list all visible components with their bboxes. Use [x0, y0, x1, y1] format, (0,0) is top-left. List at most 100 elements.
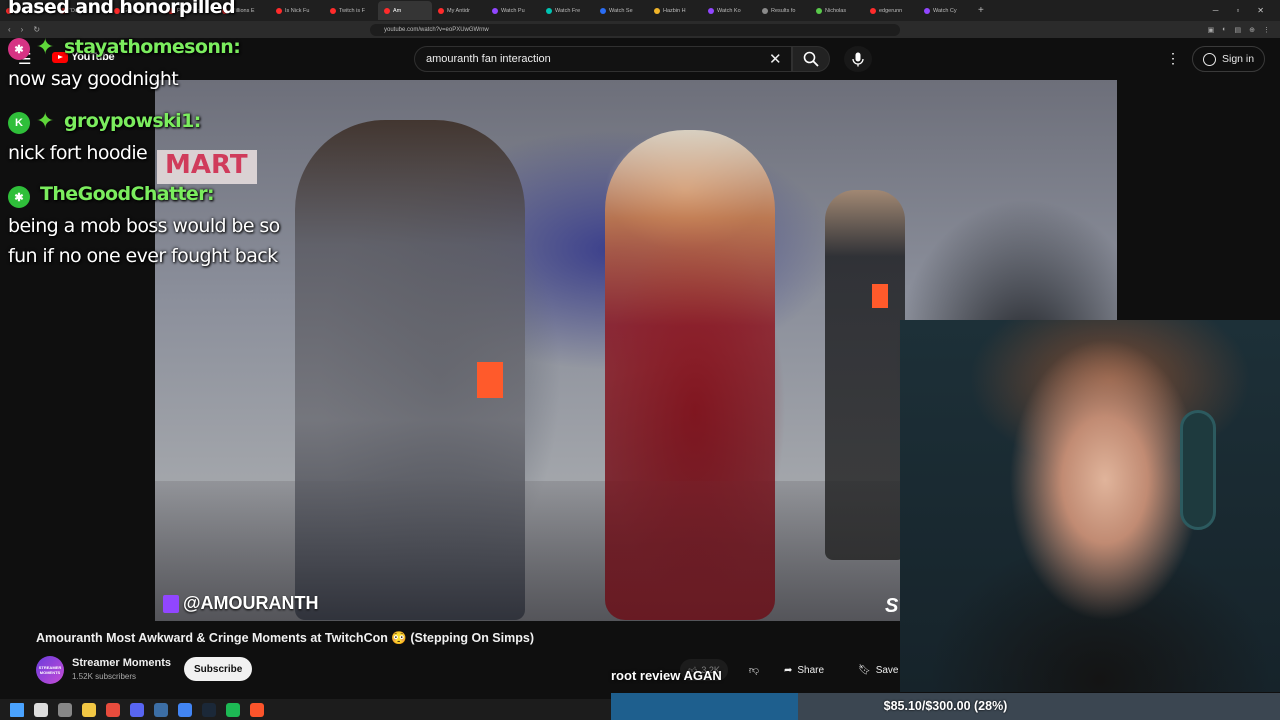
- save-icon: 🔖︎: [858, 664, 871, 676]
- extension-icon[interactable]: ▣: [1208, 26, 1215, 34]
- tab-favicon-icon: [546, 7, 552, 14]
- clear-search-icon[interactable]: ✕: [769, 50, 782, 68]
- tab-favicon-icon: [762, 7, 768, 14]
- chrome2-icon[interactable]: [178, 702, 192, 717]
- brave-icon[interactable]: [250, 702, 264, 717]
- chat-message: based and honorpilled: [8, 0, 236, 18]
- microphone-icon: [852, 52, 864, 66]
- headset-icon: [1180, 410, 1216, 530]
- chat-message: being a mob boss would be so: [8, 215, 280, 237]
- save-button[interactable]: 🔖︎ Save: [850, 659, 907, 681]
- dislike-button[interactable]: 👎︎: [742, 659, 766, 681]
- search-input[interactable]: amouranth fan interaction: [414, 46, 792, 72]
- chat-username: stayathomesonn:: [64, 36, 241, 58]
- extension-icon[interactable]: ⊕: [1249, 26, 1255, 34]
- video-person-center: [605, 130, 775, 620]
- video-watermark: @AMOURANTH: [163, 593, 319, 614]
- windows-icon[interactable]: [10, 702, 24, 717]
- tab-label: My Antidr: [447, 7, 470, 14]
- channel-name[interactable]: Streamer Moments: [72, 657, 171, 669]
- tab-label: edgerunn: [879, 7, 903, 14]
- voice-search-button[interactable]: [844, 46, 872, 72]
- taskview-icon[interactable]: [58, 702, 72, 717]
- chat-sparkle-icon: ✦: [36, 108, 55, 133]
- subscribe-button[interactable]: Subscribe: [184, 657, 253, 681]
- extension-icon[interactable]: ▤: [1235, 26, 1242, 34]
- tab-favicon-icon: [384, 7, 390, 14]
- restore-icon[interactable]: ▫: [1236, 6, 1239, 15]
- save-label: Save: [875, 664, 899, 676]
- tab-label: Am: [393, 7, 402, 14]
- window-controls: ─ ▫ ✕: [1213, 6, 1280, 15]
- extension-icon[interactable]: ◐: [1222, 26, 1226, 34]
- channel-avatar[interactable]: STREAMER MOMENTS: [36, 656, 64, 684]
- share-icon: ➦: [784, 664, 793, 676]
- browser-tab[interactable]: Watch Ko: [702, 1, 756, 20]
- chat-badge-icon: ✱: [8, 38, 30, 60]
- search-icon[interactable]: [34, 702, 48, 717]
- tab-label: Watch Ko: [717, 7, 741, 14]
- spotify-icon[interactable]: [226, 702, 240, 717]
- more-options-icon[interactable]: ⋮: [1166, 50, 1180, 67]
- account-icon: [1203, 52, 1216, 66]
- chat-message: now say goodnight: [8, 68, 179, 90]
- close-window-icon[interactable]: ✕: [1257, 6, 1264, 15]
- tab-label: Nicholas: [825, 7, 847, 14]
- browser-tab[interactable]: Watch Pu: [486, 1, 540, 20]
- tab-label: Watch Se: [609, 7, 633, 14]
- browser-tab[interactable]: Am: [378, 1, 432, 20]
- search-button[interactable]: [792, 46, 830, 72]
- video-lanyard-badge: [872, 284, 888, 308]
- chat-username: groypowski1:: [64, 110, 201, 132]
- menu-icon[interactable]: ⋮: [1263, 26, 1270, 34]
- tab-label: Twitch is F: [339, 7, 365, 14]
- streamer-webcam: [900, 320, 1280, 692]
- chat-overlay: based and honorpilled ✱ ✦ stayathomesonn…: [0, 0, 340, 280]
- chat-message: nick fort hoodie: [8, 142, 148, 164]
- stream-overlay-text: root review AGAN: [611, 668, 722, 683]
- chrome-icon[interactable]: [106, 702, 120, 717]
- explorer-icon[interactable]: [82, 702, 96, 717]
- tab-favicon-icon: [654, 7, 660, 14]
- browser-tab[interactable]: Nicholas: [810, 1, 864, 20]
- sign-in-label: Sign in: [1222, 53, 1255, 65]
- video-title: Amouranth Most Awkward & Cringe Moments …: [36, 631, 534, 645]
- sign-in-button[interactable]: Sign in: [1192, 46, 1266, 72]
- chat-message: fun if no one ever fought back: [8, 245, 278, 267]
- browser-tab[interactable]: Hazbin H: [648, 1, 702, 20]
- donation-goal-text: $85.10/$300.00 (28%): [883, 699, 1008, 713]
- thumbs-down-icon: 👎︎: [748, 665, 760, 676]
- tab-favicon-icon: [438, 7, 444, 14]
- tab-label: Watch Cy: [933, 7, 957, 14]
- url-field[interactable]: youtube.com/watch?v=eoPXUwGWrnw: [370, 23, 900, 36]
- minimize-icon[interactable]: ─: [1213, 6, 1219, 15]
- browser-tab[interactable]: Watch Cy: [918, 1, 972, 20]
- browser-tab[interactable]: Watch Se: [594, 1, 648, 20]
- steam2-icon[interactable]: [202, 702, 216, 717]
- video-person-right: [825, 190, 905, 560]
- tab-favicon-icon: [492, 7, 498, 14]
- twitch-icon: [163, 594, 179, 613]
- new-tab-icon[interactable]: +: [972, 1, 990, 20]
- tab-label: Results fo: [771, 7, 796, 14]
- steam-icon[interactable]: [154, 702, 168, 717]
- browser-tab[interactable]: edgerunn: [864, 1, 918, 20]
- subscriber-count: 1.52K subscribers: [72, 672, 137, 681]
- discord-icon[interactable]: [130, 702, 144, 717]
- video-watermark-text: @AMOURANTH: [183, 593, 319, 613]
- chat-username: TheGoodChatter:: [40, 183, 215, 205]
- tab-favicon-icon: [708, 7, 714, 14]
- tab-label: Watch Pu: [501, 7, 525, 14]
- browser-tab[interactable]: Results fo: [756, 1, 810, 20]
- browser-tab[interactable]: My Antidr: [432, 1, 486, 20]
- search-icon: [803, 51, 819, 67]
- chat-sparkle-icon: ✦: [36, 34, 55, 59]
- share-button[interactable]: ➦ Share: [776, 659, 832, 681]
- tab-favicon-icon: [870, 7, 876, 14]
- chat-badge-icon: ✱: [8, 186, 30, 208]
- share-label: Share: [797, 664, 825, 676]
- extension-icons: ▣ ◐ ▤ ⊕ ⋮: [1208, 26, 1280, 34]
- tab-favicon-icon: [924, 7, 930, 14]
- donation-goal-bar: $85.10/$300.00 (28%): [611, 693, 1280, 720]
- browser-tab[interactable]: Watch Fre: [540, 1, 594, 20]
